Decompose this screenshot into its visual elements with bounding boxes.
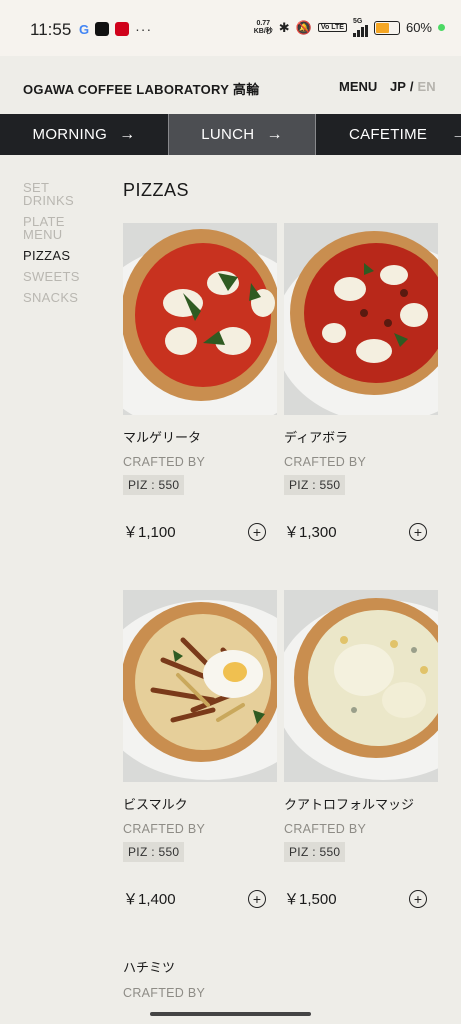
notification-icons: G ··· [79,21,152,37]
pizza-image [290,231,438,395]
status-bar: 11:55 G ··· 0.77 KB/秒 ✱ 🔕 Vo LTE 5G 60% [0,0,461,56]
product-image[interactable] [284,223,438,415]
menu-link[interactable]: MENU [339,79,377,94]
signal-icon: 5G [352,18,368,37]
more-icon: ··· [135,21,153,37]
product-price: ￥1,500 [284,891,337,908]
product-name[interactable]: クアトロフォルマッジ [284,794,414,813]
tab-cafetime[interactable]: CAFETIME → [316,114,461,155]
product-name[interactable]: ディアボラ [284,427,348,446]
privacy-dot-icon [438,24,445,31]
bluetooth-icon: ✱ [278,19,290,35]
crafted-by-label: CRAFTED BY [123,822,206,836]
sidebar-item-snacks[interactable]: SNACKS [23,291,103,304]
pizza-image [123,602,277,762]
tab-morning[interactable]: MORNING → [0,114,168,155]
tab-label: LUNCH [201,126,255,143]
product-image[interactable] [284,590,438,782]
crafted-by-label: CRAFTED BY [284,822,367,836]
product-image[interactable] [123,590,277,782]
lang-separator: / [409,79,414,94]
status-time: 11:55 [30,20,72,39]
product-code-badge: PIZ : 550 [123,842,185,862]
lang-jp-link[interactable]: JP [390,79,406,94]
battery-icon [373,20,400,35]
menu-category-tabs: MORNING → LUNCH → CAFETIME → [0,114,461,155]
product-card[interactable]: クアトロフォルマッジ CRAFTED BY PIZ : 550 ￥1,500 + [284,590,439,908]
crafted-by-label: CRAFTED BY [123,455,206,469]
product-code-badge: PIZ : 550 [123,475,185,495]
product-price: ￥1,400 [123,891,176,908]
section-title: PIZZAS [123,180,190,200]
plus-circle-icon[interactable]: + [248,523,266,541]
product-price: ￥1,100 [123,524,176,541]
product-price: ￥1,300 [284,524,337,541]
home-indicator[interactable] [150,1012,311,1016]
arrow-right-icon: → [451,125,461,143]
product-name[interactable]: ビスマルク [123,794,188,813]
crafted-by-label: CRAFTED BY [123,986,206,1000]
sidebar-nav: SET DRINKS PLATE MENU PIZZAS SWEETS SNAC… [23,181,103,312]
app-icon [95,22,110,36]
brand-logo[interactable]: OGAWA COFFEE LABORATORY 高輪 [23,79,260,98]
product-card[interactable]: ディアボラ CRAFTED BY PIZ : 550 ￥1,300 + [284,223,439,541]
system-icons: 0.77 KB/秒 ✱ 🔕 Vo LTE 5G 60% [254,18,445,37]
crafted-by-label: CRAFTED BY [284,455,367,469]
lang-en-link[interactable]: EN [418,79,436,94]
app-icon [115,22,130,36]
product-code-badge: PIZ : 550 [284,842,346,862]
tab-label: CAFETIME [349,126,428,143]
product-name[interactable]: ハチミツ [123,957,175,976]
arrow-right-icon: → [266,125,283,143]
plus-circle-icon[interactable]: + [409,890,427,908]
mute-icon: 🔕 [295,19,312,35]
product-image[interactable] [123,223,277,415]
pizza-image [294,598,438,758]
sidebar-item-sweets[interactable]: SWEETS [23,270,103,283]
sidebar-item-pizzas[interactable]: PIZZAS [23,249,103,262]
product-card[interactable]: マルゲリータ CRAFTED BY PIZ : 550 ￥1,100 + [123,223,278,541]
sidebar-item-set-drinks[interactable]: SET DRINKS [23,181,103,207]
pizza-image [123,229,277,401]
tab-lunch[interactable]: LUNCH → [168,114,316,155]
product-card[interactable]: ビスマルク CRAFTED BY PIZ : 550 ￥1,400 + [123,590,278,908]
product-name[interactable]: マルゲリータ [123,427,201,446]
volte-icon: Vo LTE [317,23,347,32]
plus-circle-icon[interactable]: + [248,890,266,908]
language-switch: JP / EN [390,79,436,94]
sidebar-item-plate-menu[interactable]: PLATE MENU [23,215,103,241]
arrow-right-icon: → [119,125,136,143]
plus-circle-icon[interactable]: + [409,523,427,541]
battery-percent: 60% [405,20,432,35]
net-speed: 0.77 KB/秒 [253,19,273,35]
google-icon: G [79,21,90,37]
tab-label: MORNING [32,126,108,143]
product-code-badge: PIZ : 550 [284,475,346,495]
